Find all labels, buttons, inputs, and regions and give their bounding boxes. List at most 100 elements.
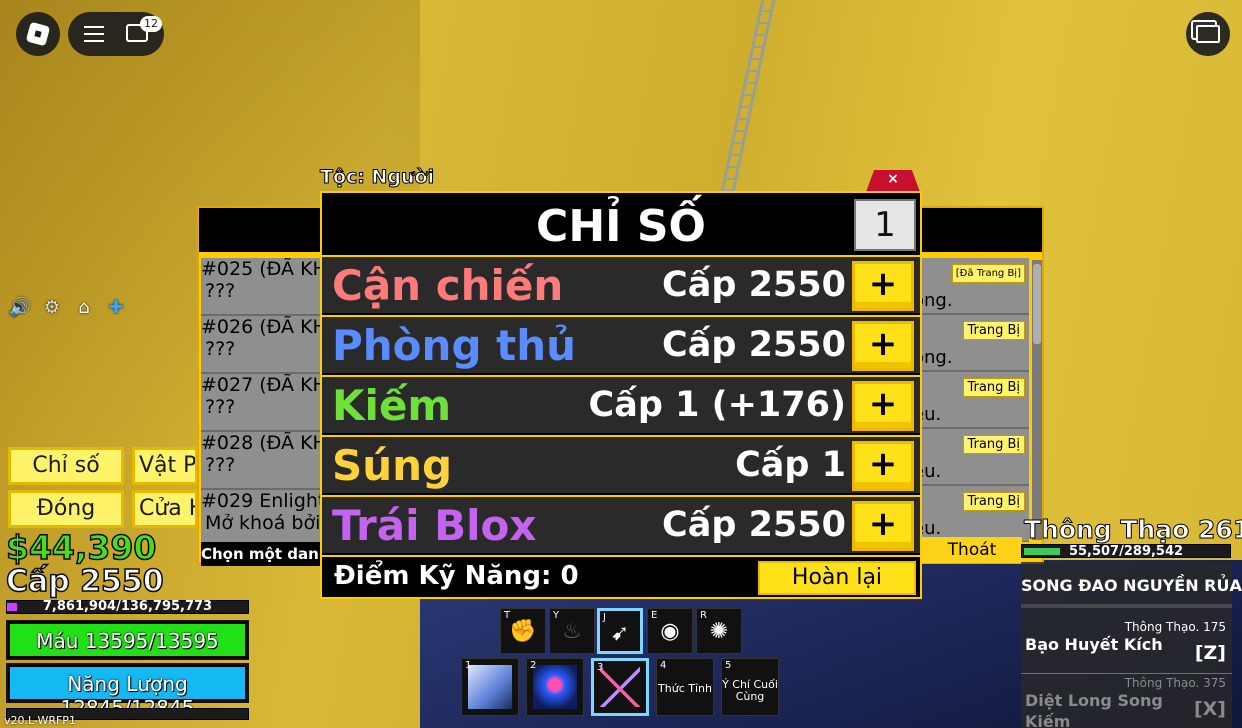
hotbar-skill-t[interactable]: T ✊: [500, 608, 546, 654]
title-desc: ều.: [919, 518, 942, 539]
skill-x[interactable]: Thông Thạo. 375 Diệt Long Song Kiếm [X]: [1021, 676, 1232, 728]
title-desc: ???: [205, 338, 236, 360]
list-item[interactable]: #027 (ĐÃ KHOÁ)???: [201, 374, 326, 432]
version-label: v20.L-WRFP1: [4, 714, 76, 727]
gift-icon[interactable]: ✚: [104, 296, 128, 320]
key-label: 3: [597, 662, 604, 673]
quick-icons: 🔊 ⚙ ⌂ ✚: [8, 296, 128, 320]
skill-points-row: Điểm Kỹ Năng: 0 Hoàn lại: [322, 555, 920, 597]
skill-key: [X]: [1193, 698, 1226, 720]
equip-button[interactable]: [Đã Trang Bị]: [951, 264, 1025, 283]
list-item: Trang Bị ều.: [919, 429, 1029, 486]
shop-button[interactable]: Cửa Hàng: [132, 490, 198, 528]
add-point-button[interactable]: +: [852, 321, 914, 371]
list-item[interactable]: #025 (ĐÃ KHOÁ)???: [201, 258, 326, 316]
skill-name: Diệt Long Song Kiếm: [1025, 691, 1163, 728]
stats-button[interactable]: Chỉ số: [8, 447, 124, 485]
chat-badge: 12: [140, 16, 162, 32]
hotbar-slot-4[interactable]: 4 Thức Tỉnh: [656, 658, 714, 716]
stat-name: Kiếm: [332, 381, 452, 430]
skill-key: [Z]: [1194, 642, 1226, 664]
skill-requirement: Thông Thạo. 175: [1124, 620, 1226, 634]
hotbar-slot-3[interactable]: 3: [591, 658, 649, 716]
equip-button[interactable]: Trang Bị: [962, 492, 1025, 511]
xp-bar: 7,861,904/136,795,773: [6, 599, 249, 614]
equip-button[interactable]: Trang Bị: [962, 378, 1025, 397]
dash-icon: ➹: [610, 621, 630, 646]
close-button[interactable]: ×: [866, 170, 920, 192]
ladder: [718, 0, 776, 200]
items-button[interactable]: Vật Phẩm: [132, 447, 198, 485]
hotbar-skill-r[interactable]: R ✺: [696, 608, 742, 654]
speaker-icon[interactable]: 🔊: [8, 296, 32, 320]
stat-level: Cấp 2550: [662, 265, 846, 305]
player-level: Cấp 2550: [5, 563, 164, 600]
panel-title: CHỈ SỐ: [536, 201, 706, 252]
stats-panel: CHỈ SỐ 1 Cận chiến Cấp 2550 + Phòng thủ …: [320, 191, 922, 599]
title-desc: ???: [205, 280, 236, 302]
key-label: 2: [530, 660, 537, 671]
hotbar-skill-e[interactable]: E ◉: [647, 608, 693, 654]
titles-right-column: [Đã Trang Bị] ồng. Trang Bị ồng. Trang Bị ề…: [919, 258, 1029, 542]
spiral-icon: ✺: [709, 619, 729, 644]
slot-label: Thức Tỉnh: [658, 682, 712, 695]
flame-icon: ♨: [562, 619, 582, 644]
title-name: #027 (ĐÃ KHOÁ): [201, 374, 326, 396]
weapon-name: SONG ĐAO NGUYỀN RỦA: [1021, 576, 1242, 595]
stat-name: Trái Blox: [332, 501, 537, 550]
fist-strike-icon: ✊: [509, 619, 537, 644]
key-label: 5: [725, 660, 732, 671]
point-amount-input[interactable]: 1: [854, 199, 916, 251]
stat-name: Súng: [332, 441, 453, 490]
scrollbar[interactable]: [1032, 260, 1042, 540]
equip-button[interactable]: Trang Bị: [962, 435, 1025, 454]
race-label: Tộc: Người: [319, 166, 435, 189]
health-text: Máu 13595/13595: [36, 629, 219, 653]
mastery-title: Thông Thạo 261: [1023, 515, 1242, 545]
add-point-button[interactable]: +: [852, 261, 914, 311]
roblox-menu-button[interactable]: [16, 12, 60, 56]
skill-name: Bạo Huyết Kích: [1025, 635, 1163, 654]
stat-row-gun: Súng Cấp 1 +: [322, 435, 920, 493]
topbar-pill: 12: [68, 12, 164, 56]
stat-row-melee: Cận chiến Cấp 2550 +: [322, 255, 920, 313]
hotbar-slot-5[interactable]: 5 Ý Chí Cuối Cùng: [721, 658, 779, 716]
key-label: 1: [465, 660, 472, 671]
mastery-bar: 55,507/289,542: [1021, 544, 1231, 559]
home-icon[interactable]: ⌂: [72, 296, 96, 320]
stat-level: Cấp 2550: [662, 325, 846, 365]
quit-button[interactable]: Thoát: [922, 537, 1022, 563]
close-icon: ×: [887, 171, 899, 187]
reset-button[interactable]: Hoàn lại: [758, 561, 916, 595]
hamburger-icon[interactable]: [84, 26, 104, 42]
hotbar-skill-j[interactable]: J ➹: [597, 608, 643, 654]
stat-level: Cấp 1: [735, 445, 846, 485]
list-item[interactable]: #029 EnlightenedMở khoá bởi: [201, 490, 326, 542]
list-item[interactable]: #026 (ĐÃ KHOÁ)???: [201, 316, 326, 374]
energy-bar: Năng Lượng 12845/12845: [6, 663, 249, 720]
stat-level: Cấp 2550: [662, 505, 846, 545]
skill-panel: SONG ĐAO NGUYỀN RỦA Thông Thạo. 175 Bạo …: [1021, 562, 1242, 728]
backpack-button[interactable]: [1186, 12, 1230, 56]
skill-z[interactable]: Thông Thạo. 175 Bạo Huyết Kích [Z]: [1021, 620, 1232, 674]
list-item: Trang Bị ồng.: [919, 315, 1029, 372]
list-item: [Đã Trang Bị] ồng.: [919, 258, 1029, 315]
money: $44,390: [5, 527, 157, 568]
equip-button[interactable]: Trang Bị: [962, 321, 1025, 340]
health-bar: Máu 13595/13595: [6, 620, 249, 660]
roblox-logo-icon: [25, 21, 51, 47]
title-desc: ều.: [919, 461, 942, 482]
gear-icon[interactable]: ⚙: [40, 296, 64, 320]
hotbar-slot-2[interactable]: 2: [526, 658, 584, 716]
hotbar-skill-y[interactable]: Y ♨: [549, 608, 595, 654]
list-item[interactable]: #028 (ĐÃ KHOÁ)???: [201, 432, 326, 490]
title-desc: ồng.: [919, 290, 953, 311]
xp-text: 7,861,904/136,795,773: [42, 599, 213, 614]
add-point-button[interactable]: +: [852, 441, 914, 491]
hotbar-slot-1[interactable]: 1: [461, 658, 519, 716]
eye-icon: ◉: [660, 619, 680, 644]
skill-requirement: Thông Thạo. 375: [1124, 676, 1226, 690]
add-point-button[interactable]: +: [852, 381, 914, 431]
close-menu-button[interactable]: Đóng: [8, 490, 124, 528]
add-point-button[interactable]: +: [852, 501, 914, 551]
